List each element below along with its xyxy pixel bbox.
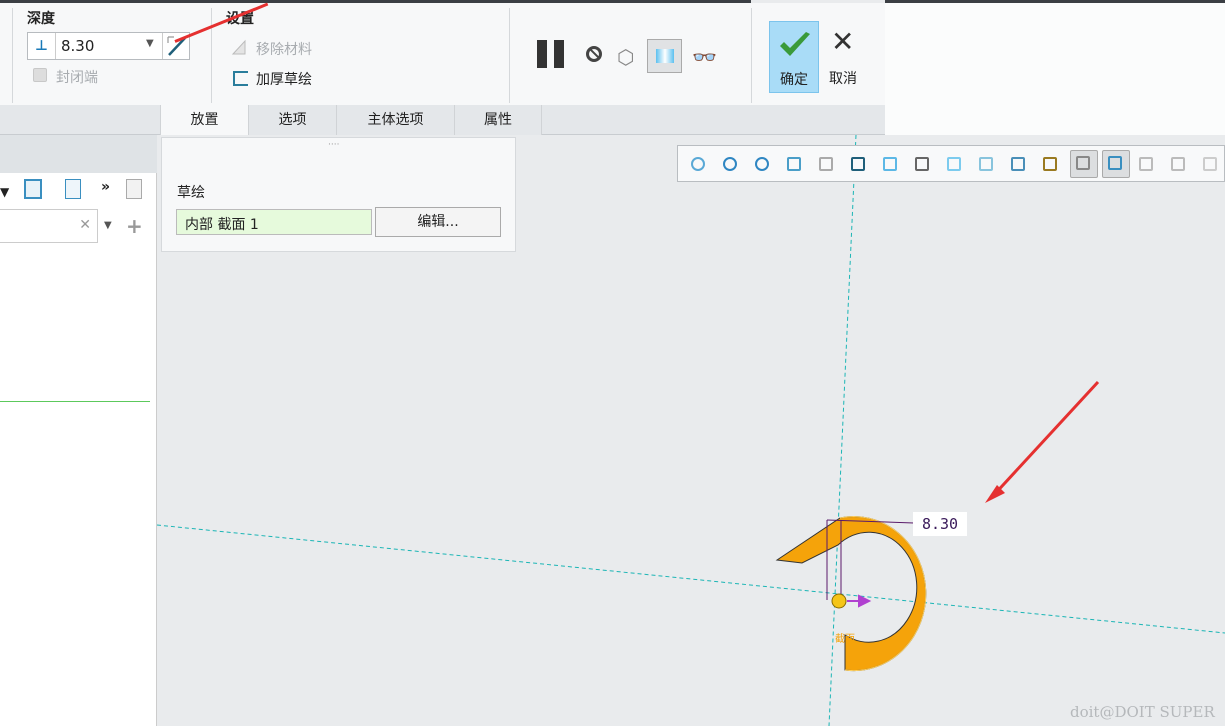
pause-icon[interactable] [537, 40, 567, 68]
panel-header [0, 135, 157, 173]
add-icon[interactable]: + [126, 214, 143, 238]
tab-body-options[interactable]: 主体选项 [336, 105, 454, 135]
annotation-arrow [990, 380, 1100, 499]
close-ends-label: 封闭端 [56, 70, 98, 86]
datum-planes-icon[interactable] [1038, 152, 1062, 176]
direction-arrow [847, 594, 872, 608]
search-input[interactable]: ✕ [0, 209, 98, 243]
solid-preview-icon[interactable] [647, 39, 682, 73]
search-dropdown-icon[interactable]: ▼ [104, 220, 112, 231]
saved-views-icon[interactable] [814, 152, 838, 176]
depth-value-input[interactable]: 8.30 [61, 37, 94, 55]
section-view-icon[interactable] [1006, 152, 1030, 176]
ok-label: 确定 [780, 72, 808, 88]
tree-columns-icon[interactable] [24, 179, 42, 199]
view-manager-icon[interactable] [878, 152, 902, 176]
zoom-out-icon[interactable] [750, 152, 774, 176]
filter-icon[interactable]: ▼ [0, 185, 9, 199]
extruded-model [775, 516, 927, 672]
render-icon[interactable] [1198, 152, 1222, 176]
no-preview-icon[interactable] [586, 46, 602, 62]
appearance-icon[interactable] [1070, 150, 1098, 178]
datum-display-icon[interactable] [942, 152, 966, 176]
depth-dropdown-icon[interactable]: ▼ [146, 38, 154, 49]
watermark: doit@DOIT SUPER [1070, 703, 1215, 721]
depth-type-icon[interactable]: ⊥ [28, 33, 56, 59]
section-tag: 截面 [835, 634, 855, 645]
cancel-button[interactable]: ✕ 取消 [824, 21, 864, 93]
tab-placement[interactable]: 放置 [160, 105, 248, 135]
dimension-value[interactable]: 8.30 [913, 512, 967, 536]
hide-icon[interactable] [1166, 152, 1190, 176]
spin-center-icon[interactable] [974, 152, 998, 176]
thicken-sketch-label: 加厚草绘 [256, 72, 312, 88]
close-icon: ✕ [831, 25, 855, 58]
graphics-viewport[interactable] [157, 135, 1225, 726]
extrude-ribbon: 深度 ⊥ 8.30 ▼ 封闭端 设置 移除材料 加厚草绘 ⬡ 👓 确定 ✕ 取消 [0, 3, 885, 105]
refit-icon[interactable] [686, 152, 710, 176]
close-ends-checkbox[interactable] [33, 68, 47, 82]
ok-button[interactable]: 确定 [769, 21, 819, 93]
datum-axis-horizontal [157, 524, 1225, 634]
cancel-label: 取消 [829, 71, 857, 87]
model-tree-panel: ▼ » ✕ ▼ + [0, 135, 157, 726]
doc-icon[interactable] [126, 179, 142, 199]
reorient-icon[interactable] [782, 152, 806, 176]
tree-divider [0, 401, 150, 402]
more-icon[interactable]: » [101, 179, 110, 195]
tab-options[interactable]: 选项 [248, 105, 336, 135]
glasses-icon[interactable]: 👓 [692, 45, 717, 69]
drag-handle [831, 593, 847, 609]
tab-properties[interactable]: 属性 [454, 105, 542, 135]
remove-material-icon[interactable] [231, 39, 247, 55]
annotation-display-icon[interactable] [910, 152, 934, 176]
zoom-in-icon[interactable] [718, 152, 742, 176]
tab-bar: 放置 选项 主体选项 属性 [0, 105, 885, 135]
graphics-toolbar [677, 145, 1225, 182]
ribbon-blank [885, 3, 1225, 135]
sketch-display-icon[interactable] [1134, 152, 1158, 176]
display-style-icon[interactable] [846, 152, 870, 176]
remove-material-label: 移除材料 [256, 42, 312, 58]
mesh-preview-icon[interactable]: ⬡ [617, 45, 634, 69]
depth-group: ⊥ 8.30 ▼ [27, 32, 190, 60]
select-filter-icon[interactable] [1102, 150, 1130, 178]
checkmark-icon [780, 32, 810, 56]
thicken-sketch-checkbox[interactable] [233, 71, 248, 86]
settings-list-icon[interactable] [65, 179, 81, 199]
depth-title: 深度 [27, 11, 55, 27]
clear-icon[interactable]: ✕ [79, 217, 91, 233]
